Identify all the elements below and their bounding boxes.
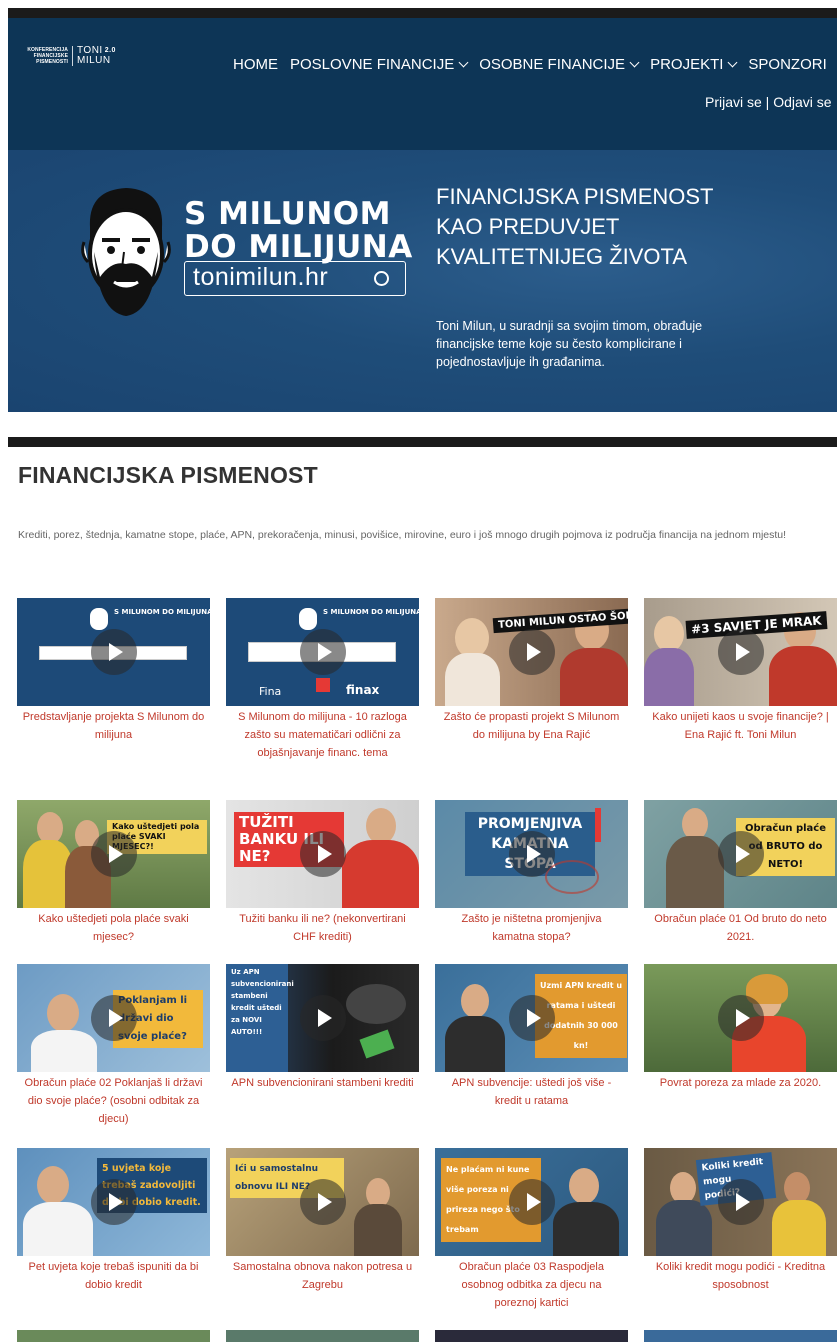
play-icon[interactable] — [717, 995, 764, 1041]
video-card[interactable]: Ići u samostalnu obnovu ILI NE? Samostal… — [226, 1148, 419, 1294]
video-thumbnail[interactable] — [644, 1330, 837, 1342]
video-title-link[interactable]: Pet uvjeta koje trebaš ispuniti da bi do… — [17, 1258, 210, 1294]
video-title-link[interactable]: APN subvencionirani stambeni krediti — [226, 1074, 419, 1092]
chevron-down-icon — [629, 57, 640, 68]
hero-banner: S MILUNOM DO MILIJUNA tonimilun.hr FINAN… — [8, 150, 837, 412]
video-title-link[interactable]: Predstavljanje projekta S Milunom do mil… — [17, 708, 210, 744]
play-icon[interactable] — [717, 831, 764, 877]
nav-osobne-financije[interactable]: OSOBNE FINANCIJE — [479, 56, 640, 73]
hero-description: Toni Milun, u suradnji sa svojim timom, … — [436, 319, 703, 369]
video-title-link[interactable]: Povrat poreza za mlade za 2020. — [644, 1074, 837, 1092]
play-icon[interactable] — [299, 629, 346, 675]
play-icon[interactable] — [90, 1179, 137, 1225]
video-thumbnail[interactable]: S MILUNOM DO MILIJUNA Fina finax — [226, 598, 419, 706]
chevron-down-icon — [727, 57, 738, 68]
video-title-link[interactable]: Obračun plaće 03 Raspodjela osobnog odbi… — [435, 1258, 628, 1312]
play-icon[interactable] — [717, 629, 764, 675]
video-thumbnail[interactable]: 5 uvjeta koje trebaš zadovoljiti da bi d… — [17, 1148, 210, 1256]
video-thumbnail[interactable] — [226, 1330, 419, 1342]
nav-projekti[interactable]: PROJEKTI — [650, 56, 738, 73]
video-thumbnail[interactable] — [17, 1330, 210, 1342]
chevron-down-icon — [458, 57, 469, 68]
video-card[interactable]: S MILUNOM DO MILIJUNA Fina finax S Milun… — [226, 598, 419, 762]
login-logout-links[interactable]: Prijavi se | Odjavi se — [705, 94, 832, 110]
video-title-link[interactable]: Kako uštedjeti pola plaće svaki mjesec? — [17, 910, 210, 946]
site-logo[interactable]: KONFERENCIJA FINANCIJSKE PISMENOSTI TONI… — [22, 46, 116, 66]
thumbnail-overlay-text: S MILUNOM DO MILIJUNA — [114, 608, 210, 616]
play-icon[interactable] — [717, 1179, 764, 1225]
logo-separator — [72, 46, 73, 66]
finax-logo: finax — [346, 683, 380, 697]
play-icon[interactable] — [90, 831, 137, 877]
video-card[interactable]: 5 uvjeta koje trebaš zadovoljiti da bi d… — [17, 1148, 210, 1294]
fina-logo: Fina — [259, 685, 282, 698]
play-icon[interactable] — [508, 629, 555, 675]
video-thumbnail[interactable] — [644, 964, 837, 1072]
cursor-click-icon — [374, 271, 389, 286]
video-card[interactable]: Koliki kredit mogu podići? Koliki kredit… — [644, 1148, 837, 1294]
main-nav: HOME POSLOVNE FINANCIJE OSOBNE FINANCIJE… — [233, 56, 837, 73]
video-title-link[interactable]: S Milunom do milijuna - 10 razloga zašto… — [226, 708, 419, 762]
video-title-link[interactable]: APN subvencije: uštedi još više - kredit… — [435, 1074, 628, 1110]
play-icon[interactable] — [90, 995, 137, 1041]
nav-poslovne-financije[interactable]: POSLOVNE FINANCIJE — [290, 56, 469, 73]
video-card[interactable]: Povrat poreza za mlade za 2020. — [644, 964, 837, 1092]
video-thumbnail[interactable]: TONI MILUN OSTAO ŠOKIRAN! — [435, 598, 628, 706]
video-card[interactable]: TONI MILUN OSTAO ŠOKIRAN! Zašto će propa… — [435, 598, 628, 744]
video-card[interactable]: PROMJENJIVA KAMATNA STOPA Zašto je nište… — [435, 800, 628, 946]
thumbnail-overlay-text: Uz APN subvencionirani stambeni kredit u… — [226, 964, 294, 1072]
video-card[interactable]: S MILUNOM DO MILIJUNA Predstavljanje pro… — [17, 598, 210, 744]
top-border — [8, 8, 837, 18]
cartoon-face-illustration — [81, 188, 171, 316]
video-thumbnail[interactable]: Kako uštedjeti pola plaće SVAKI MJESEC?! — [17, 800, 210, 908]
video-thumbnail[interactable]: TUŽITI BANKU ILI NE? — [226, 800, 419, 908]
video-thumbnail[interactable]: Ne plaćam ni kune više poreza ni prireza… — [435, 1148, 628, 1256]
video-card[interactable]: Uzmi APN kredit u ratama i uštedi dodatn… — [435, 964, 628, 1110]
video-title-link[interactable]: Zašto će propasti projekt S Milunom do m… — [435, 708, 628, 744]
hero-title: FINANCIJSKA PISMENOST KAO PREDUVJET KVAL… — [436, 184, 714, 269]
section-title: FINANCIJSKA PISMENOST — [18, 462, 318, 488]
video-title-link[interactable]: Obračun plaće 02 Poklanjaš li državi dio… — [17, 1074, 210, 1128]
section-divider — [8, 437, 837, 447]
play-icon[interactable] — [508, 831, 555, 877]
logo-conference-text: KONFERENCIJA FINANCIJSKE PISMENOSTI — [27, 47, 68, 65]
video-thumbnail[interactable]: PROMJENJIVA KAMATNA STOPA — [435, 800, 628, 908]
nav-home[interactable]: HOME — [233, 56, 278, 73]
site-header: KONFERENCIJA FINANCIJSKE PISMENOSTI TONI… — [8, 18, 837, 150]
video-thumbnail[interactable]: Uz APN subvencionirani stambeni kredit u… — [226, 964, 419, 1072]
nav-sponzori[interactable]: SPONZORI — [748, 56, 826, 73]
video-title-link[interactable]: Koliki kredit mogu podići - Kreditna spo… — [644, 1258, 837, 1294]
video-title-link[interactable]: Zašto je ništetna promjenjiva kamatna st… — [435, 910, 628, 946]
video-card[interactable]: Poklanjam li državi dio svoje plaće? Obr… — [17, 964, 210, 1128]
play-icon[interactable] — [299, 831, 346, 877]
video-title-link[interactable]: Samostalna obnova nakon potresa u Zagreb… — [226, 1258, 419, 1294]
video-thumbnail[interactable]: S MILUNOM DO MILIJUNA — [17, 598, 210, 706]
video-card[interactable]: Obračun plaće od BRUTO do NETO! Obračun … — [644, 800, 837, 946]
video-thumbnail[interactable]: #3 SAVJET JE MRAK — [644, 598, 837, 706]
logo-name: TONI 2.0 MILUN — [77, 45, 116, 66]
play-icon[interactable] — [90, 629, 137, 675]
video-thumbnail[interactable]: Uzmi APN kredit u ratama i uštedi dodatn… — [435, 964, 628, 1072]
video-title-link[interactable]: Tužiti banku ili ne? (nekonvertirani CHF… — [226, 910, 419, 946]
section-description: Krediti, porez, štednja, kamatne stope, … — [18, 529, 787, 541]
thumbnail-overlay-text: S MILUNOM DO MILIJUNA — [323, 608, 419, 616]
play-icon[interactable] — [299, 1179, 346, 1225]
video-thumbnail[interactable]: Poklanjam li državi dio svoje plaće? — [17, 964, 210, 1072]
video-card[interactable]: TUŽITI BANKU ILI NE? Tužiti banku ili ne… — [226, 800, 419, 946]
video-thumbnail[interactable]: Koliki kredit mogu podići? — [644, 1148, 837, 1256]
play-icon[interactable] — [299, 995, 346, 1041]
video-card[interactable]: Kako uštedjeti pola plaće SVAKI MJESEC?!… — [17, 800, 210, 946]
brand-url-box: tonimilun.hr — [184, 261, 406, 296]
video-thumbnail[interactable]: Obračun plaće od BRUTO do NETO! — [644, 800, 837, 908]
video-card[interactable]: #3 SAVJET JE MRAK Kako unijeti kaos u sv… — [644, 598, 837, 744]
brand-title: S MILUNOM DO MILIJUNA — [184, 196, 413, 265]
video-thumbnail[interactable] — [435, 1330, 628, 1342]
video-title-link[interactable]: Kako unijeti kaos u svoje financije? | E… — [644, 708, 837, 744]
video-thumbnail[interactable]: Ići u samostalnu obnovu ILI NE? — [226, 1148, 419, 1256]
video-card[interactable]: Ne plaćam ni kune više poreza ni prireza… — [435, 1148, 628, 1312]
video-title-link[interactable]: Obračun plaće 01 Od bruto do neto 2021. — [644, 910, 837, 946]
play-icon[interactable] — [508, 1179, 555, 1225]
video-card[interactable]: Uz APN subvencionirani stambeni kredit u… — [226, 964, 419, 1092]
play-icon[interactable] — [508, 995, 555, 1041]
